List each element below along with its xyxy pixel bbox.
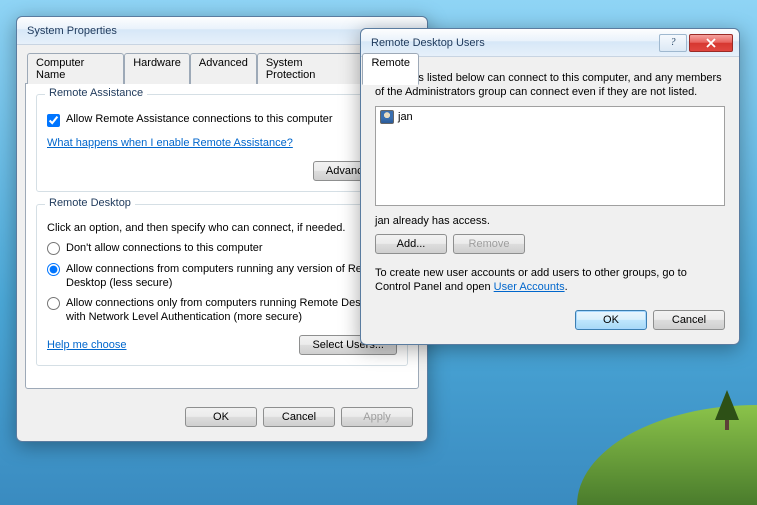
tab-advanced[interactable]: Advanced — [190, 53, 257, 84]
user-icon — [380, 110, 394, 124]
rdu-ok-button[interactable]: OK — [575, 310, 647, 330]
close-icon[interactable] — [689, 34, 733, 52]
remote-assistance-learn-link[interactable]: What happens when I enable Remote Assist… — [47, 137, 293, 149]
rdu-status: jan already has access. — [375, 214, 725, 228]
remote-desktop-title: Remote Desktop — [45, 197, 135, 209]
remote-assistance-group: Remote Assistance Allow Remote Assistanc… — [36, 94, 408, 192]
rdu-user-name: jan — [398, 111, 413, 123]
allow-remote-assistance-checkbox[interactable] — [47, 114, 60, 127]
remote-assistance-title: Remote Assistance — [45, 87, 147, 99]
help-icon[interactable]: ? — [659, 34, 687, 52]
rd-option-2-radio[interactable] — [47, 297, 60, 310]
list-item[interactable]: jan — [378, 109, 722, 125]
rdu-instruction: The users listed below can connect to th… — [375, 71, 725, 100]
rd-option-0-radio[interactable] — [47, 242, 60, 255]
rdu-create-text: To create new user accounts or add users… — [375, 266, 725, 295]
remove-user-button[interactable]: Remove — [453, 234, 525, 254]
remote-desktop-instruction: Click an option, and then specify who ca… — [47, 221, 397, 235]
sp-cancel-button[interactable]: Cancel — [263, 407, 335, 427]
allow-remote-assistance-label: Allow Remote Assistance connections to t… — [66, 113, 333, 125]
user-accounts-link[interactable]: User Accounts — [494, 281, 565, 293]
rd-option-1-radio[interactable] — [47, 263, 60, 276]
sp-ok-button[interactable]: OK — [185, 407, 257, 427]
rdu-footer: OK Cancel — [361, 300, 739, 344]
rd-option-2-label: Allow connections only from computers ru… — [66, 296, 397, 325]
tab-system-protection[interactable]: System Protection — [257, 53, 363, 84]
sp-apply-button[interactable]: Apply — [341, 407, 413, 427]
add-user-button[interactable]: Add... — [375, 234, 447, 254]
remote-desktop-group: Remote Desktop Click an option, and then… — [36, 204, 408, 366]
rd-option-1-label: Allow connections from computers running… — [66, 262, 397, 291]
tab-hardware[interactable]: Hardware — [124, 53, 190, 84]
tab-computer-name[interactable]: Computer Name — [27, 53, 124, 84]
rdu-title: Remote Desktop Users — [371, 37, 659, 49]
tab-remote[interactable]: Remote — [362, 53, 419, 85]
rdu-cancel-button[interactable]: Cancel — [653, 310, 725, 330]
help-me-choose-link[interactable]: Help me choose — [47, 339, 127, 351]
system-properties-footer: OK Cancel Apply — [17, 397, 427, 441]
rdu-user-list[interactable]: jan — [375, 106, 725, 206]
desktop-tree — [715, 390, 739, 430]
rd-option-0-label: Don't allow connections to this computer — [66, 241, 263, 255]
